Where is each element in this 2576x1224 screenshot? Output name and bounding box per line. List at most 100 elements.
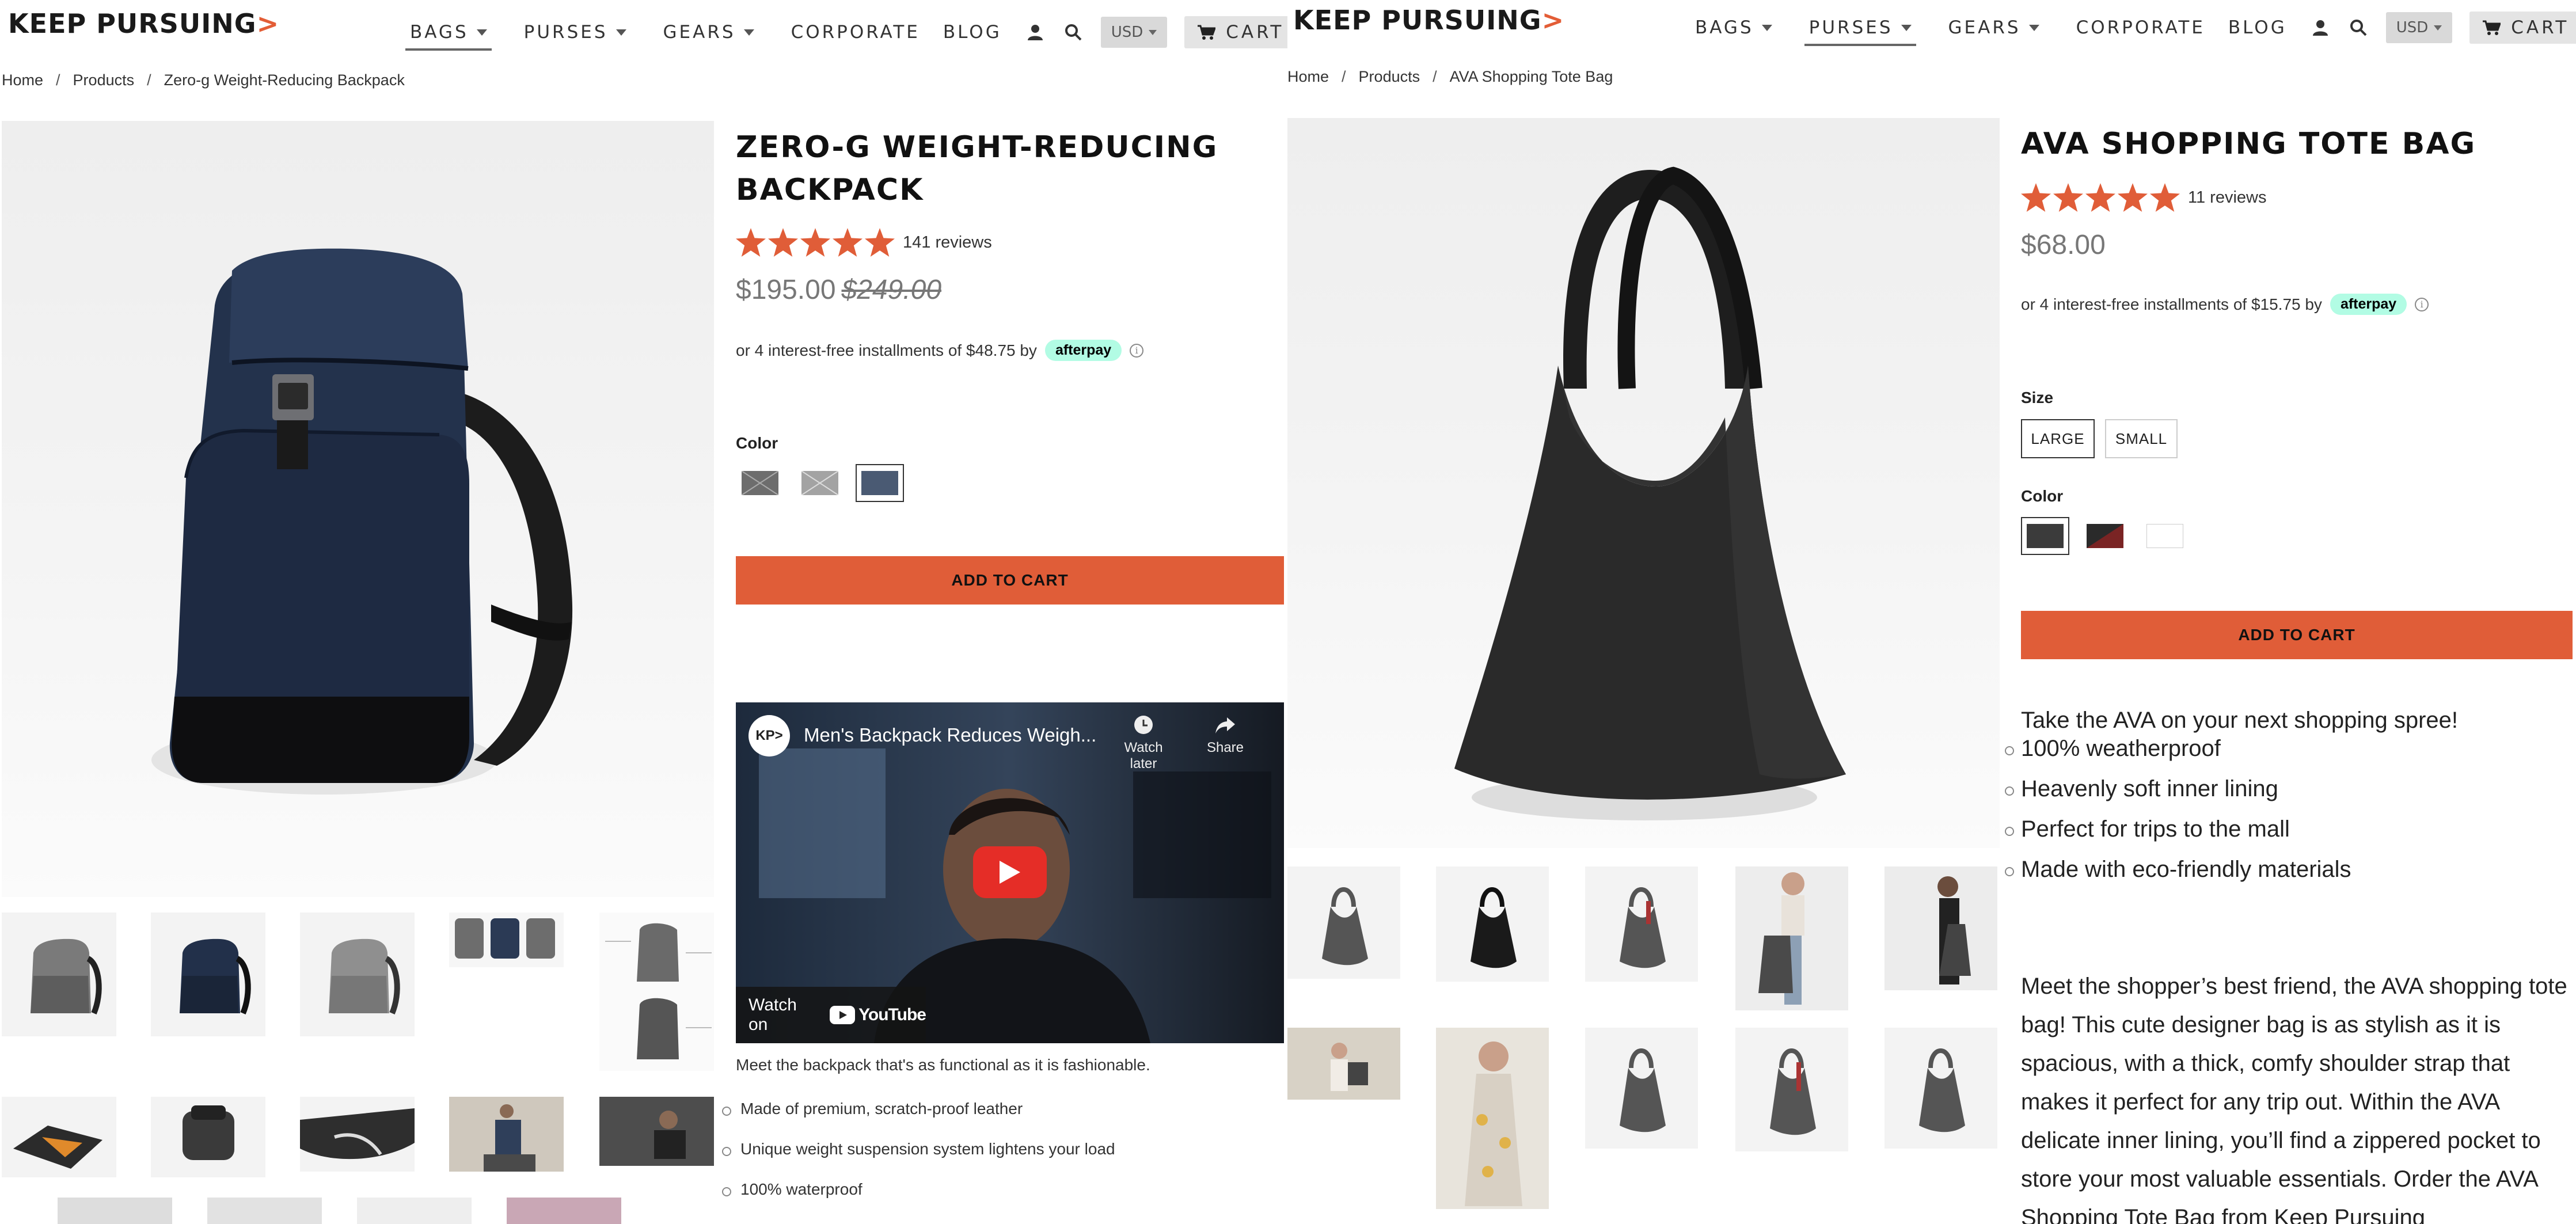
thumbnail-image [1919, 1048, 1965, 1132]
search-icon[interactable] [1063, 22, 1084, 43]
chevron-down-icon [2434, 25, 2442, 31]
thumbnail[interactable] [300, 913, 415, 1036]
nav-blog[interactable]: BLOG [2228, 17, 2287, 38]
thumbnail-image [484, 1104, 535, 1172]
nav-gears[interactable]: GEARS [663, 22, 754, 43]
cart-label: CART [1226, 22, 1285, 43]
thumbnail[interactable] [2, 1097, 116, 1177]
thumbnail[interactable] [1884, 1028, 1997, 1149]
breadcrumb-home[interactable]: Home [2, 71, 43, 89]
cart-button[interactable]: CART [2469, 12, 2576, 44]
feature-item: Heavenly soft inner lining [2005, 776, 2351, 816]
add-to-cart-button[interactable]: ADD TO CART [736, 556, 1284, 605]
thumbnail[interactable] [507, 1198, 621, 1224]
size-option-large[interactable]: LARGE [2021, 419, 2095, 458]
thumbnail[interactable] [300, 1097, 415, 1172]
info-icon[interactable]: i [1130, 343, 1144, 358]
thumbnail[interactable] [1735, 1028, 1848, 1151]
thumbnail[interactable] [58, 1198, 172, 1224]
product-main-image[interactable] [2, 121, 714, 897]
thumbnail[interactable] [599, 1097, 714, 1166]
breadcrumb-current: AVA Shopping Tote Bag [1449, 68, 1613, 85]
share-button[interactable]: Share [1196, 714, 1254, 756]
breadcrumb: Home / Products / Zero-g Weight-Reducing Bac… [2, 71, 405, 89]
currency-value: USD [1111, 24, 1143, 41]
nav-corporate[interactable]: CORPORATE [2076, 17, 2205, 38]
thumbnail[interactable] [207, 1198, 322, 1224]
search-icon[interactable] [2348, 17, 2369, 38]
nav-purses[interactable]: PURSES [524, 22, 626, 43]
thumbnail[interactable] [151, 1097, 265, 1177]
color-swatch-gray[interactable] [736, 464, 784, 502]
play-button[interactable] [973, 846, 1047, 898]
currency-selector[interactable]: USD [2385, 12, 2453, 43]
breadcrumb-products[interactable]: Products [73, 71, 135, 89]
thumbnail[interactable] [151, 913, 265, 1036]
nav-gears[interactable]: GEARS [1948, 17, 2039, 38]
nav-bags[interactable]: BAGS [405, 22, 492, 51]
logo-arrow-icon: > [256, 8, 280, 39]
watch-later-label: Watch later [1124, 740, 1163, 771]
chevron-down-icon [2028, 24, 2039, 31]
watch-on-youtube[interactable]: Watch on YouTube [736, 987, 926, 1043]
thumbnail[interactable] [449, 1097, 564, 1172]
thumbnail[interactable] [1287, 866, 1400, 979]
cart-button[interactable]: CART [1184, 16, 1287, 48]
tote-product-page: KEEP PURSUING> BAGS PURSES GEARS CORPORA… [1287, 0, 2576, 1224]
color-swatch-white[interactable] [2141, 517, 2189, 555]
site-logo[interactable]: KEEP PURSUING> [1293, 5, 1564, 36]
thumbnail[interactable] [1436, 1028, 1549, 1209]
thumbnail[interactable] [357, 1198, 472, 1224]
size-option-small[interactable]: SMALL [2105, 419, 2178, 458]
nav-blog[interactable]: BLOG [943, 22, 1002, 43]
rating-stars[interactable]: 141 reviews [736, 228, 992, 257]
thumbnail[interactable] [1585, 866, 1698, 982]
product-title: ZERO-G WEIGHT-REDUCING BACKPACK [736, 130, 1218, 207]
product-main-image[interactable] [1287, 118, 2000, 848]
channel-avatar[interactable]: KP> [749, 715, 790, 757]
star-icon [833, 228, 863, 257]
thumbnail[interactable] [1287, 1028, 1400, 1100]
add-to-cart-button[interactable]: ADD TO CART [2021, 611, 2573, 659]
swatch-fill [2146, 524, 2183, 548]
info-icon[interactable]: i [2415, 297, 2429, 311]
thumbnail[interactable] [449, 913, 564, 967]
chevron-down-icon [476, 29, 487, 36]
thumbnail[interactable] [1735, 866, 1848, 1010]
product-title: AVA SHOPPING TOTE BAG [2021, 127, 2476, 161]
currency-selector[interactable]: USD [1100, 17, 1168, 48]
review-count[interactable]: 11 reviews [2188, 188, 2266, 207]
logo-text: KEEP PURSUING [1293, 5, 1542, 36]
cart-icon [1198, 25, 1216, 40]
color-swatch-navy[interactable] [856, 464, 904, 502]
breadcrumb-products[interactable]: Products [1359, 68, 1420, 85]
video-title[interactable]: Men's Backpack Reduces Weigh... [804, 724, 1096, 746]
thumbnail-image [1471, 887, 1517, 968]
afterpay-logo[interactable]: afterpay [2330, 294, 2407, 315]
review-count[interactable]: 141 reviews [903, 233, 992, 252]
watch-later-button[interactable]: Watch later [1109, 714, 1178, 772]
color-swatch-light-gray[interactable] [796, 464, 844, 502]
thumbnail-image [300, 1108, 415, 1160]
feature-item: Made of premium, scratch-proof leather [722, 1100, 1115, 1140]
nav-corporate[interactable]: CORPORATE [791, 22, 920, 43]
account-icon[interactable] [2310, 17, 2331, 38]
thumbnail[interactable] [599, 913, 714, 1071]
thumbnail[interactable] [1436, 866, 1549, 982]
swatch-unavailable [742, 471, 778, 495]
nav-bags[interactable]: BAGS [1695, 17, 1772, 38]
color-swatch-red-black[interactable] [2081, 517, 2129, 555]
breadcrumb-home[interactable]: Home [1287, 68, 1329, 85]
nav-purses[interactable]: PURSES [1804, 17, 1916, 46]
rating-stars[interactable]: 11 reviews [2021, 183, 2266, 212]
thumbnail[interactable] [1585, 1028, 1698, 1149]
account-icon[interactable] [1025, 22, 1046, 43]
thumbnail[interactable] [2, 913, 116, 1036]
thumbnail[interactable] [1884, 866, 1997, 990]
afterpay-logo[interactable]: afterpay [1044, 340, 1122, 361]
color-swatch-charcoal[interactable] [2021, 517, 2069, 555]
size-label: Size [2021, 389, 2054, 406]
product-price: $195.00 $249.00 [736, 274, 941, 306]
site-logo[interactable]: KEEP PURSUING> [8, 8, 279, 39]
product-video[interactable]: KP> Men's Backpack Reduces Weigh... Watc… [736, 702, 1284, 1043]
